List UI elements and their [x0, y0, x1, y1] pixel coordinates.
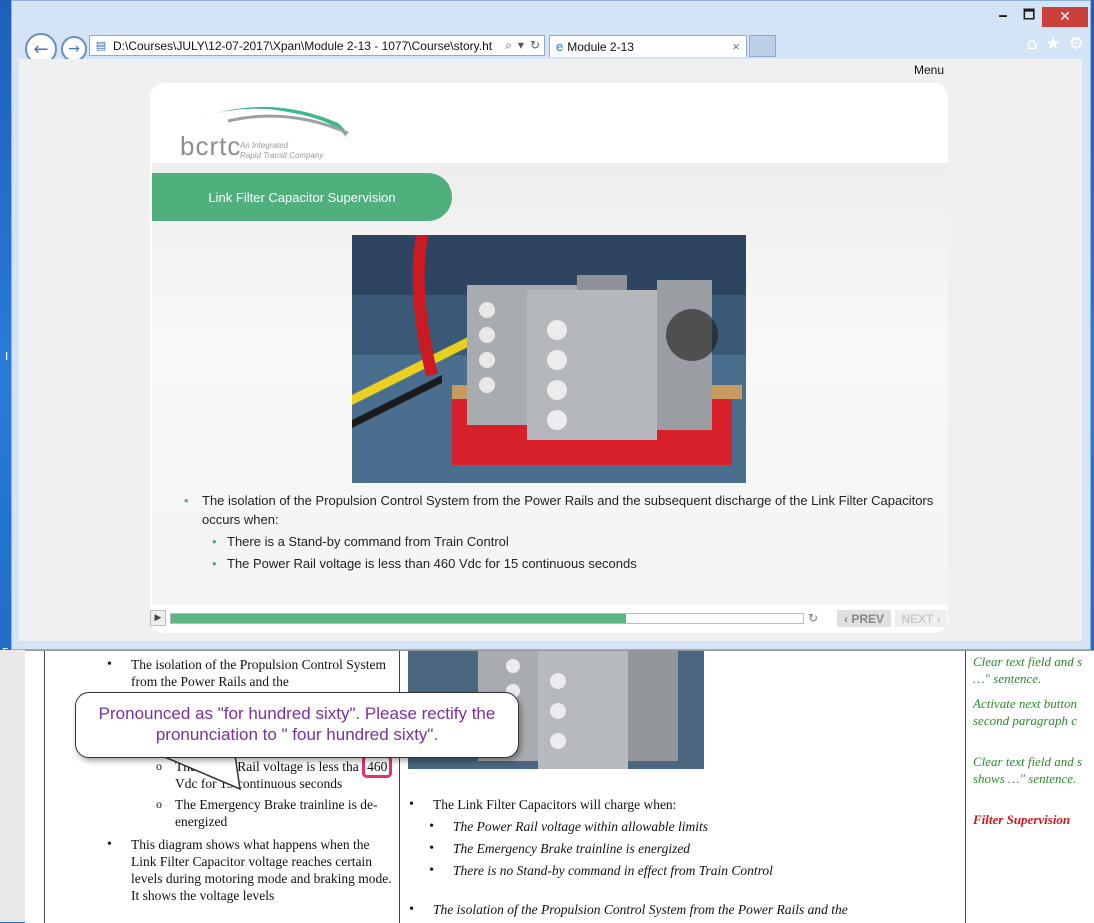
doc-sub-bullet: There is no Stand-by command in effect f…	[425, 862, 965, 879]
player-controls: ▶ ↻ ‹ PREV NEXT ›	[150, 610, 948, 628]
close-button[interactable]: ✕	[1042, 7, 1088, 27]
note-3: Clear text field and s shows …" sentence…	[973, 754, 1083, 786]
tab-title: Module 2-13	[567, 39, 634, 54]
favorites-star-icon[interactable]: ★	[1046, 34, 1061, 54]
minimize-button[interactable]: 🗕	[990, 7, 1016, 27]
next-button[interactable]: NEXT ›	[895, 610, 947, 627]
home-icon[interactable]: ⌂	[1027, 34, 1038, 54]
callout-tail-icon	[159, 755, 241, 791]
bullet-sub-1: There is a Stand-by command from Train C…	[184, 532, 944, 551]
seek-progress	[171, 614, 627, 623]
address-bar[interactable]: ▤ D:\Courses\JULY\12-07-2017\Xpan\Module…	[89, 35, 545, 56]
browser-window: 🗕 🗖 ✕ ← → ▤ D:\Courses\JULY\12-07-2017\X…	[11, 0, 1091, 650]
document-margin	[0, 650, 25, 922]
table-border	[44, 651, 45, 923]
page-viewport: Menu bcrtc An Integrated Rapid Transit C…	[19, 59, 1082, 641]
review-callout: Pronounced as "for hundred sixty". Pleas…	[75, 692, 519, 758]
page-icon: ▤	[95, 38, 107, 52]
logo-tagline-2: Rapid Transit Company	[240, 151, 324, 160]
prev-button[interactable]: ‹ PREV	[837, 610, 891, 627]
desktop-label-fragment-2: I	[5, 350, 9, 363]
new-tab-button[interactable]	[749, 35, 776, 57]
address-text[interactable]: D:\Courses\JULY\12-07-2017\Xpan\Module 2…	[113, 39, 501, 53]
slide-title: Link Filter Capacitor Supervision	[152, 173, 452, 221]
play-icon: ▶	[154, 613, 162, 623]
doc-sub-bullet: The Emergency Brake trainline is de-ener…	[151, 796, 395, 830]
bullet-main: The isolation of the Propulsion Control …	[184, 491, 944, 529]
doc-column-notes: Clear text field and s …" sentence. Acti…	[973, 651, 1094, 828]
arrow-right-icon: →	[68, 41, 80, 57]
ie-icon: e	[556, 39, 564, 54]
window-controls: 🗕 🗖 ✕	[990, 7, 1088, 27]
doc-sub-bullet: The Power Rail voltage within allowable …	[425, 818, 965, 835]
refresh-icon[interactable]: ↻	[530, 38, 540, 53]
logo-tagline-1: An Integrated	[240, 141, 289, 150]
note-2: Activate next button second paragraph c	[973, 696, 1077, 728]
doc-sub-bullet: The Emergency Brake trainline is energiz…	[425, 840, 965, 857]
course-player: bcrtc An Integrated Rapid Transit Compan…	[150, 83, 948, 633]
browser-toolbar: ⌂ ★ ⚙	[1027, 34, 1084, 54]
menu-link[interactable]: Menu	[914, 63, 944, 77]
replay-icon[interactable]: ↻	[808, 611, 818, 625]
bullet-sub-2: The Power Rail voltage is less than 460 …	[184, 554, 944, 573]
doc-bullet: The Link Filter Capacitors will charge w…	[405, 796, 965, 813]
tab-close-icon[interactable]: ×	[732, 39, 740, 54]
doc-bullet: This diagram shows what happens when the…	[103, 836, 395, 904]
play-button[interactable]: ▶	[150, 610, 166, 626]
maximize-button[interactable]: 🗖	[1016, 7, 1042, 27]
dropdown-icon[interactable]: ▾	[518, 38, 524, 53]
doc-bullet: The isolation of the Propulsion Control …	[103, 656, 395, 690]
note-1: Clear text field and s …" sentence.	[973, 654, 1083, 686]
seek-bar[interactable]	[170, 613, 804, 624]
slide-bullets: The isolation of the Propulsion Control …	[184, 491, 944, 573]
tab-module[interactable]: e Module 2-13 ×	[549, 35, 747, 57]
capacitor-photo	[352, 235, 746, 483]
gear-icon[interactable]: ⚙	[1069, 34, 1084, 54]
table-border	[965, 651, 966, 923]
search-icon[interactable]: ⌕	[505, 38, 512, 53]
logo-text: bcrtc	[180, 131, 242, 161]
highlighted-number: 460	[362, 755, 393, 778]
doc-bullet: The isolation of the Propulsion Control …	[405, 901, 965, 918]
note-4: Filter Supervision	[973, 812, 1071, 827]
arrow-left-icon: ←	[33, 38, 49, 60]
bcrtc-logo: bcrtc An Integrated Rapid Transit Compan…	[178, 97, 358, 167]
slide-area: Link Filter Capacitor Supervision • The …	[152, 163, 948, 605]
